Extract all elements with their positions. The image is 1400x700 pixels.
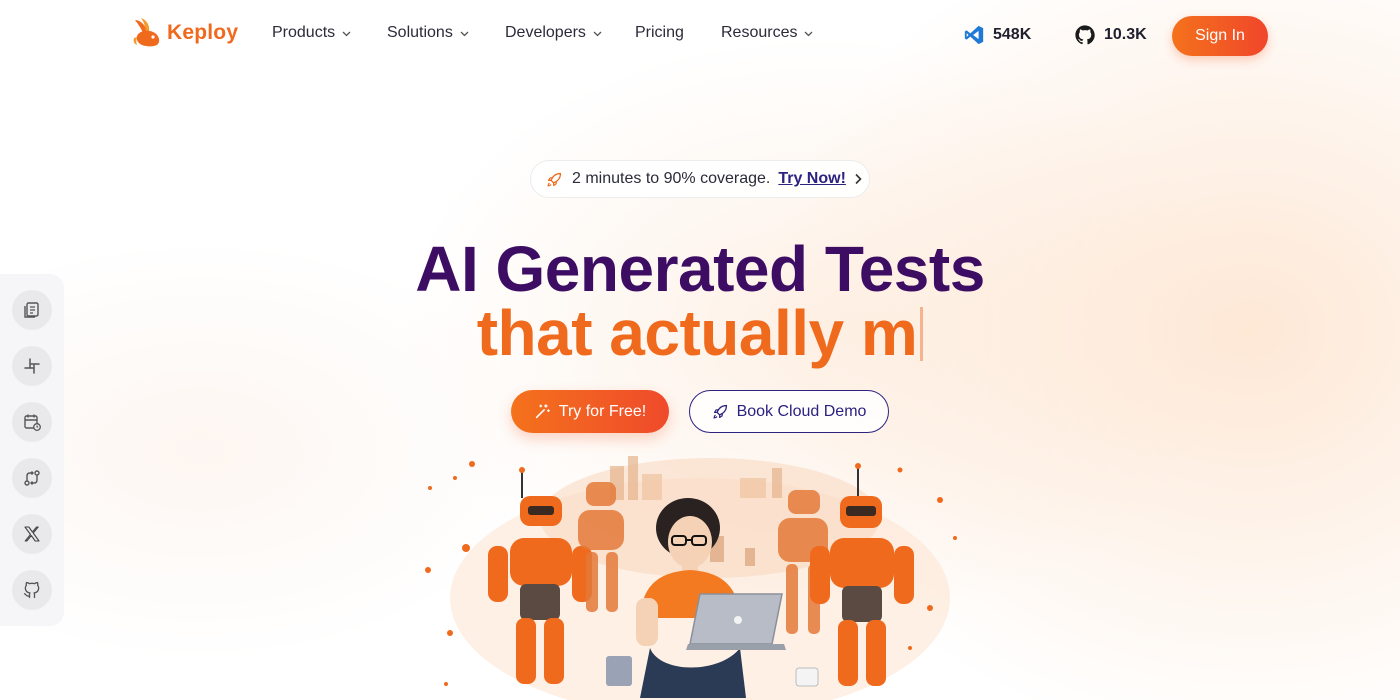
github-icon — [23, 581, 40, 599]
chevron-down-icon — [342, 31, 351, 37]
hero-illustration — [425, 456, 957, 700]
keploy-logo[interactable]: Keploy — [131, 15, 238, 51]
chevron-right-icon[interactable] — [854, 173, 863, 185]
magic-wand-icon — [535, 404, 550, 419]
nav-products-label: Products — [272, 24, 336, 41]
book-cloud-demo-button[interactable]: Book Cloud Demo — [689, 390, 889, 433]
rocket-icon — [713, 404, 727, 419]
chevron-down-icon — [593, 31, 602, 37]
sign-in-button[interactable]: Sign In — [1172, 16, 1268, 56]
nav-solutions[interactable]: Solutions — [387, 24, 469, 42]
calendar-icon — [24, 414, 41, 431]
hero-title: AI Generated Tests — [415, 233, 985, 305]
vscode-installs-count: 548K — [993, 26, 1032, 43]
nav-resources[interactable]: Resources — [721, 24, 813, 42]
bunny-logo-icon — [133, 18, 160, 47]
nav-pricing[interactable]: Pricing — [635, 24, 684, 42]
nav-products[interactable]: Products — [272, 24, 351, 42]
chevron-down-icon — [805, 31, 813, 37]
typing-caret — [920, 307, 924, 361]
github-icon — [1075, 25, 1095, 45]
rocket-icon — [547, 172, 562, 186]
nav-developers-label: Developers — [505, 24, 586, 41]
vscode-installs-link[interactable]: 548K — [963, 24, 1031, 46]
sidebar-calendar-button[interactable] — [12, 402, 52, 442]
sidebar-github-button[interactable] — [12, 570, 52, 610]
try-for-free-label: Try for Free! — [558, 402, 647, 420]
hero-subtitle: that actually m — [0, 298, 1400, 368]
chevron-down-icon — [460, 31, 469, 37]
announcement-pill: 2 minutes to 90% coverage. Try Now! — [530, 160, 870, 198]
try-for-free-button[interactable]: Try for Free! — [511, 390, 669, 433]
try-now-link[interactable]: Try Now! — [778, 170, 846, 188]
top-navbar: Keploy Products Solutions Developers Pri… — [0, 0, 1400, 72]
git-compare-icon — [24, 470, 40, 486]
laptop — [686, 593, 786, 650]
nav-pricing-label: Pricing — [635, 24, 684, 41]
nav-resources-label: Resources — [721, 24, 798, 41]
nav-developers[interactable]: Developers — [505, 24, 602, 42]
sidebar-x-button[interactable] — [12, 514, 52, 554]
github-stars-link[interactable]: 10.3K — [1074, 24, 1147, 46]
hero-subtitle-typed: that actually m — [476, 297, 918, 369]
nav-solutions-label: Solutions — [387, 24, 453, 41]
github-stars-count: 10.3K — [1104, 26, 1147, 43]
sidebar-compare-button[interactable] — [12, 458, 52, 498]
book-cloud-demo-label: Book Cloud Demo — [736, 402, 867, 420]
vscode-icon — [964, 25, 984, 45]
x-icon — [24, 526, 40, 542]
logo-wordmark: Keploy — [167, 21, 239, 44]
announcement-text: 2 minutes to 90% coverage. — [572, 170, 771, 187]
